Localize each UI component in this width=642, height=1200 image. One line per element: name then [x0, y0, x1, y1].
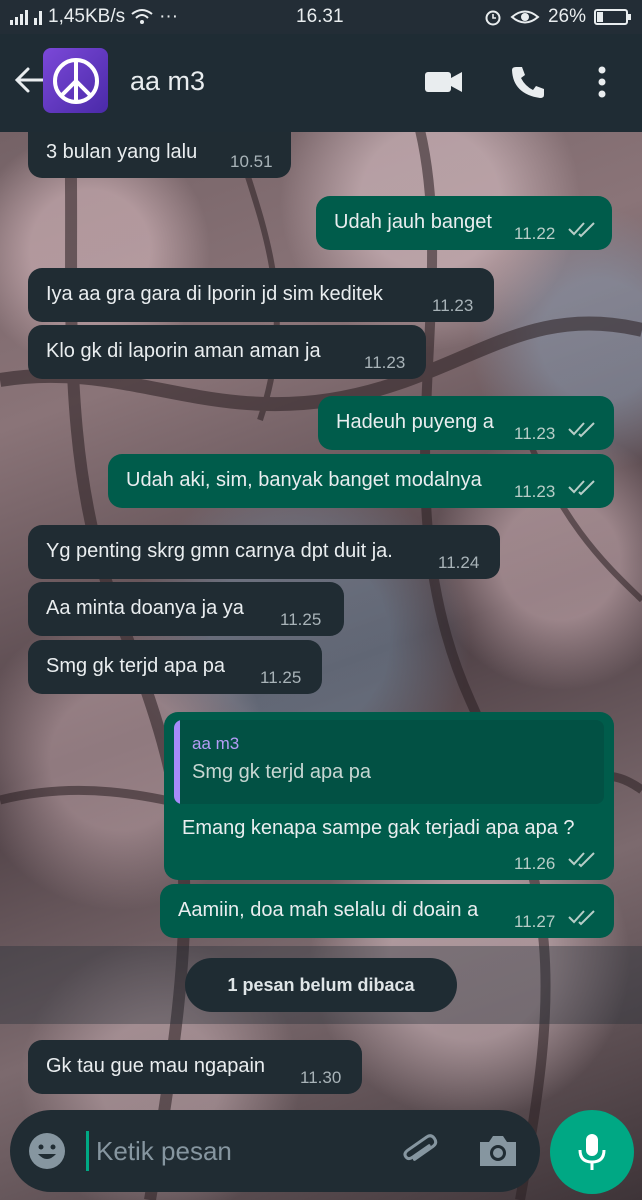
quoted-message[interactable]: aa m3 Smg gk terjd apa pa [174, 720, 604, 804]
message-composer[interactable]: Ketik pesan [10, 1110, 540, 1192]
battery-percent: 26% [547, 6, 586, 27]
message-time: 11.23 [514, 482, 556, 501]
message-bubble[interactable]: Udah jauh banget 11.22 [316, 196, 612, 250]
read-ticks-icon [568, 910, 595, 926]
camera-icon[interactable] [476, 1130, 520, 1172]
message-text: Aa minta doanya ja ya [46, 597, 244, 619]
message-text: Klo gk di laporin aman aman ja [46, 340, 321, 362]
reply-message-bubble[interactable]: aa m3 Smg gk terjd apa pa Emang kenapa s… [164, 712, 614, 880]
read-ticks-icon [568, 422, 595, 438]
signal-2-icon [34, 9, 42, 25]
message-time: 11.22 [514, 224, 556, 243]
network-speed: 1,45KB/s [48, 6, 126, 27]
chat-header: aa m3 [0, 34, 642, 132]
avatar[interactable] [43, 48, 108, 113]
clock: 16.31 [296, 6, 344, 27]
battery-level [597, 12, 603, 22]
message-bubble[interactable]: Gk tau gue mau ngapain 11.30 [28, 1040, 362, 1094]
message-text: Udah aki, sim, banyak banget modalnya [126, 469, 482, 491]
message-time: 11.27 [514, 912, 556, 931]
message-text: Emang kenapa sampe gak terjadi apa apa ? [182, 817, 575, 839]
attach-icon[interactable] [398, 1130, 440, 1172]
message-time: 11.23 [364, 353, 406, 372]
quoted-sender: aa m3 [192, 734, 240, 753]
message-time: 11.23 [432, 296, 474, 315]
message-time: 11.30 [300, 1068, 342, 1087]
message-bubble[interactable]: Iya aa gra gara di lporin jd sim keditek… [28, 268, 494, 322]
more-status-icon: ··· [159, 6, 179, 27]
emoji-icon[interactable] [28, 1132, 66, 1170]
eye-comfort-icon [510, 10, 540, 24]
peace-sign-icon [52, 57, 99, 104]
message-time: 11.24 [438, 553, 480, 572]
unread-banner: 1 pesan belum dibaca [185, 958, 457, 1012]
message-bubble[interactable]: Aamiin, doa mah selalu di doain a 11.27 [160, 884, 614, 938]
message-text: Udah jauh banget [334, 211, 492, 233]
video-call-icon[interactable] [424, 64, 464, 100]
message-text: Hadeuh puyeng a [336, 411, 494, 433]
mic-icon [578, 1134, 606, 1170]
message-bubble[interactable]: Smg gk terjd apa pa 11.25 [28, 640, 322, 694]
message-bubble[interactable]: Udah aki, sim, banyak banget modalnya 11… [108, 454, 614, 508]
back-arrow-icon[interactable] [14, 64, 46, 96]
message-text: Aamiin, doa mah selalu di doain a [178, 899, 479, 921]
message-bubble[interactable]: Hadeuh puyeng a 11.23 [318, 396, 614, 450]
text-caret [86, 1131, 89, 1171]
message-time: 11.26 [514, 854, 556, 873]
message-text: Gk tau gue mau ngapain [46, 1055, 266, 1077]
message-text: Smg gk terjd apa pa [46, 655, 225, 677]
signal-icon [10, 9, 28, 25]
phone-icon[interactable] [508, 64, 548, 100]
alarm-icon [485, 10, 501, 26]
message-time: 11.25 [260, 668, 302, 687]
read-ticks-icon [568, 852, 595, 868]
status-bar: 1,45KB/s ··· 16.31 26% [0, 0, 642, 34]
contact-name[interactable]: aa m3 [130, 66, 205, 97]
message-text: Yg penting skrg gmn carnya dpt duit ja. [46, 540, 393, 562]
message-time: 10.51 [230, 152, 273, 171]
quote-bar [174, 720, 180, 804]
battery-icon [594, 9, 631, 25]
read-ticks-icon [568, 480, 595, 496]
message-bubble[interactable]: Klo gk di laporin aman aman ja 11.23 [28, 325, 426, 379]
quoted-text: Smg gk terjd apa pa [192, 761, 371, 783]
message-input[interactable]: Ketik pesan [96, 1136, 232, 1167]
more-vert-icon[interactable] [584, 64, 620, 100]
message-bubble[interactable]: Yg penting skrg gmn carnya dpt duit ja. … [28, 525, 500, 579]
message-text: 3 bulan yang lalu [46, 141, 198, 163]
message-bubble[interactable]: 3 bulan yang lalu 10.51 [28, 132, 291, 178]
message-text: Iya aa gra gara di lporin jd sim keditek [46, 283, 383, 305]
read-ticks-icon [568, 222, 595, 238]
message-time: 11.25 [280, 610, 322, 629]
mic-button[interactable] [550, 1110, 634, 1194]
wifi-icon [131, 9, 153, 24]
message-bubble[interactable]: Aa minta doanya ja ya 11.25 [28, 582, 344, 636]
message-time: 11.23 [514, 424, 556, 443]
